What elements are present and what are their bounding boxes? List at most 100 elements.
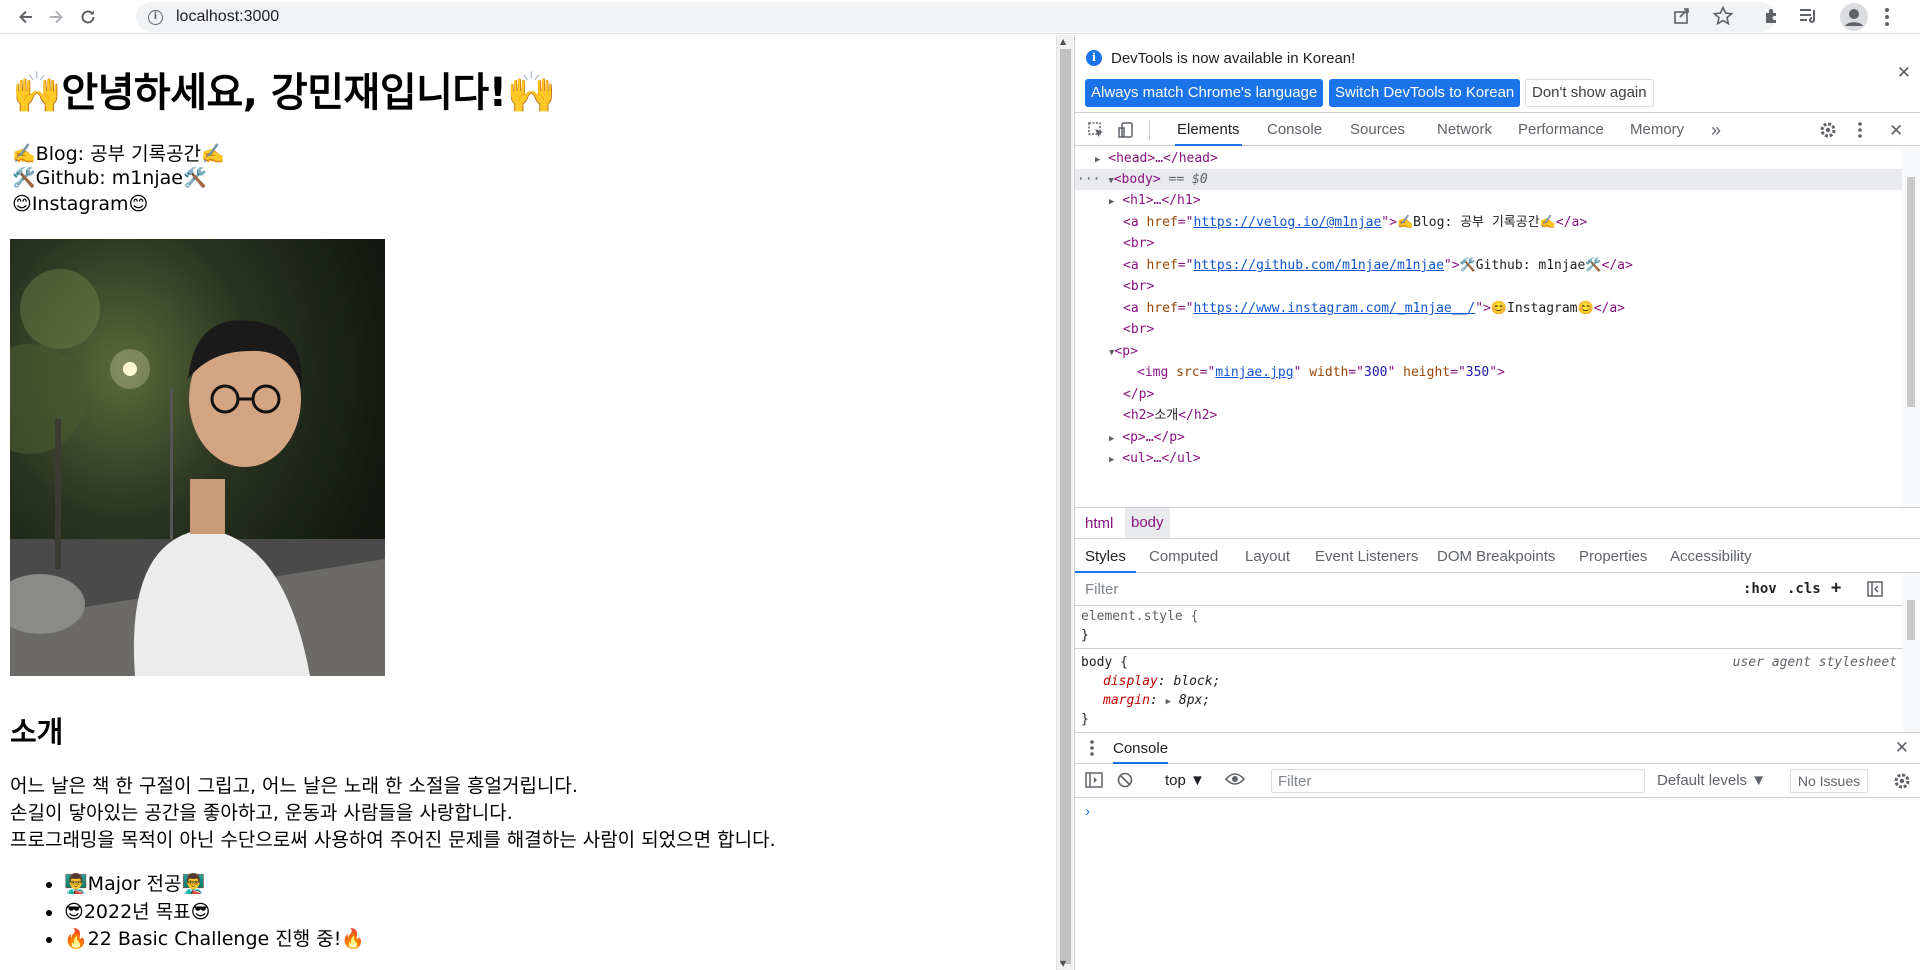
- ellipsis-icon[interactable]: ···: [1077, 172, 1100, 187]
- console-filter-input[interactable]: Filter: [1271, 769, 1645, 793]
- tab-elements[interactable]: Elements: [1175, 114, 1242, 146]
- reading-list-icon[interactable]: [1798, 6, 1820, 30]
- console-sidebar-icon[interactable]: [1085, 772, 1103, 792]
- more-tabs-icon[interactable]: »: [1711, 114, 1721, 146]
- address-bar[interactable]: i localhost:3000: [136, 2, 1776, 32]
- gear-icon[interactable]: [1893, 772, 1911, 794]
- styles-filter-row: Filter :hov .cls +: [1075, 574, 1920, 606]
- hov-toggle[interactable]: :hov: [1743, 581, 1777, 597]
- log-levels-dropdown[interactable]: Default levels ▼: [1657, 772, 1766, 789]
- breadcrumb-body[interactable]: body: [1125, 508, 1170, 538]
- dom-node-body[interactable]: ··· ▼<body> == $0: [1075, 169, 1903, 190]
- dom-node-br[interactable]: <br>: [1075, 233, 1903, 254]
- profile-icon[interactable]: [1840, 3, 1868, 31]
- close-icon[interactable]: ✕: [1897, 63, 1911, 83]
- url-text[interactable]: localhost:3000: [176, 8, 279, 26]
- page-scrollbar[interactable]: ▲ ▼: [1056, 35, 1073, 970]
- raising-hands-emoji: 🙌: [12, 70, 62, 116]
- extensions-icon[interactable]: [1762, 6, 1782, 30]
- dom-node-ul-collapsed[interactable]: ▶ <ul>…</ul>: [1075, 448, 1903, 469]
- device-toolbar-icon[interactable]: [1117, 121, 1135, 144]
- tab-layout[interactable]: Layout: [1245, 540, 1290, 573]
- eye-icon[interactable]: [1224, 772, 1246, 790]
- instagram-link[interactable]: 😊Instagram😊: [12, 193, 148, 215]
- elements-scroll-thumb[interactable]: [1907, 177, 1915, 407]
- dont-show-again-button[interactable]: Don't show again: [1525, 79, 1654, 107]
- styles-filter-input[interactable]: Filter: [1085, 581, 1118, 598]
- expand-triangle-icon[interactable]: ▶: [1109, 455, 1114, 465]
- scroll-down-arrow-icon[interactable]: ▼: [1060, 959, 1066, 968]
- scroll-up-arrow-icon[interactable]: ▲: [1060, 37, 1066, 46]
- dom-node-a-blog[interactable]: <a href="https://velog.io/@m1njae">✍️Blo…: [1075, 212, 1903, 233]
- tab-performance[interactable]: Performance: [1518, 114, 1604, 146]
- toggle-sidebar-icon[interactable]: [1867, 581, 1883, 601]
- css-property-name[interactable]: display: [1103, 674, 1158, 689]
- styles-scrollbar[interactable]: [1902, 574, 1920, 732]
- dom-node-h1[interactable]: ▶ <h1>…</h1>: [1075, 190, 1903, 211]
- always-match-language-button[interactable]: Always match Chrome's language: [1085, 79, 1324, 107]
- menu-kebab-icon[interactable]: [1884, 7, 1890, 31]
- divider: [1075, 648, 1903, 649]
- expand-triangle-icon[interactable]: ▶: [1109, 434, 1114, 444]
- issues-badge[interactable]: No Issues: [1790, 769, 1868, 793]
- dom-node-img[interactable]: <img src="minjae.jpg" width="300" height…: [1075, 362, 1903, 383]
- back-arrow-icon[interactable]: [14, 5, 38, 29]
- github-link[interactable]: 🛠️Github: m1njae🛠️: [12, 166, 207, 189]
- cls-toggle[interactable]: .cls: [1787, 581, 1821, 597]
- devtools-panel: i DevTools is now available in Korean! A…: [1074, 35, 1920, 970]
- switch-to-korean-button[interactable]: Switch DevTools to Korean: [1329, 79, 1521, 107]
- close-drawer-icon[interactable]: ✕: [1895, 738, 1909, 758]
- tab-styles[interactable]: Styles: [1075, 540, 1136, 573]
- dom-node-p-close[interactable]: </p>: [1075, 384, 1903, 405]
- close-devtools-icon[interactable]: ✕: [1889, 121, 1903, 141]
- new-rule-plus-icon[interactable]: +: [1831, 578, 1841, 598]
- drawer-menu-icon[interactable]: [1089, 739, 1095, 761]
- breadcrumb-html[interactable]: html: [1085, 515, 1113, 532]
- console-toolbar: top ▼ Filter Default levels ▼ No Issues: [1075, 764, 1920, 798]
- context-selector[interactable]: top ▼: [1165, 772, 1205, 789]
- devtools-menu-icon[interactable]: [1857, 121, 1863, 144]
- tab-console-drawer[interactable]: Console: [1113, 733, 1169, 764]
- tab-console[interactable]: Console: [1267, 114, 1322, 146]
- dom-node-p-collapsed[interactable]: ▶ <p>…</p>: [1075, 427, 1903, 448]
- list-item: 😎2022년 목표😎: [64, 899, 365, 927]
- body-rule-selector[interactable]: body {: [1081, 655, 1128, 670]
- tab-event-listeners[interactable]: Event Listeners: [1315, 540, 1418, 573]
- dom-node-head[interactable]: ▶ <head>…</head>: [1075, 148, 1903, 169]
- info-icon[interactable]: i: [148, 9, 163, 25]
- css-property-value[interactable]: block;: [1173, 674, 1220, 689]
- tab-memory[interactable]: Memory: [1630, 114, 1684, 146]
- dom-node-br[interactable]: <br>: [1075, 319, 1903, 340]
- element-style-selector[interactable]: element.style {: [1081, 609, 1198, 624]
- tab-properties[interactable]: Properties: [1579, 540, 1647, 573]
- dom-node-br[interactable]: <br>: [1075, 276, 1903, 297]
- dom-node-a-github[interactable]: <a href="https://github.com/m1njae/m1nja…: [1075, 255, 1903, 276]
- dom-node-p[interactable]: ▼<p>: [1075, 341, 1903, 362]
- tab-accessibility[interactable]: Accessibility: [1670, 540, 1752, 573]
- dom-node-h2[interactable]: <h2>소개</h2>: [1075, 405, 1903, 426]
- inspect-element-icon[interactable]: [1087, 121, 1105, 144]
- info-icon: i: [1086, 50, 1102, 66]
- tab-computed[interactable]: Computed: [1149, 540, 1218, 573]
- console-prompt[interactable]: ›: [1085, 803, 1090, 820]
- bookmark-star-icon[interactable]: [1712, 5, 1734, 31]
- styles-scroll-thumb[interactable]: [1907, 600, 1915, 640]
- dom-node-a-instagram[interactable]: <a href="https://www.instagram.com/_m1nj…: [1075, 298, 1903, 319]
- tab-dom-breakpoints[interactable]: DOM Breakpoints: [1437, 540, 1555, 573]
- gear-icon[interactable]: [1819, 121, 1837, 144]
- blog-link[interactable]: ✍️Blog: 공부 기록공간✍️: [12, 139, 225, 166]
- devtools-tabbar: Elements Console Sources Network Perform…: [1075, 114, 1920, 146]
- share-icon[interactable]: [1672, 6, 1692, 30]
- page-scroll-thumb[interactable]: [1060, 49, 1071, 964]
- tab-sources[interactable]: Sources: [1350, 114, 1405, 146]
- css-property-name[interactable]: margin: [1103, 693, 1150, 708]
- forward-arrow-icon[interactable]: [44, 5, 68, 29]
- clear-console-icon[interactable]: [1117, 772, 1133, 792]
- tab-network[interactable]: Network: [1437, 114, 1492, 146]
- expand-triangle-icon[interactable]: ▶: [1095, 155, 1100, 165]
- css-property-value[interactable]: 8px;: [1179, 693, 1210, 708]
- expand-triangle-icon[interactable]: ▶: [1109, 197, 1114, 207]
- elements-scrollbar[interactable]: [1902, 147, 1920, 507]
- reload-icon[interactable]: [76, 5, 100, 29]
- expand-triangle-icon[interactable]: ▶: [1166, 697, 1171, 707]
